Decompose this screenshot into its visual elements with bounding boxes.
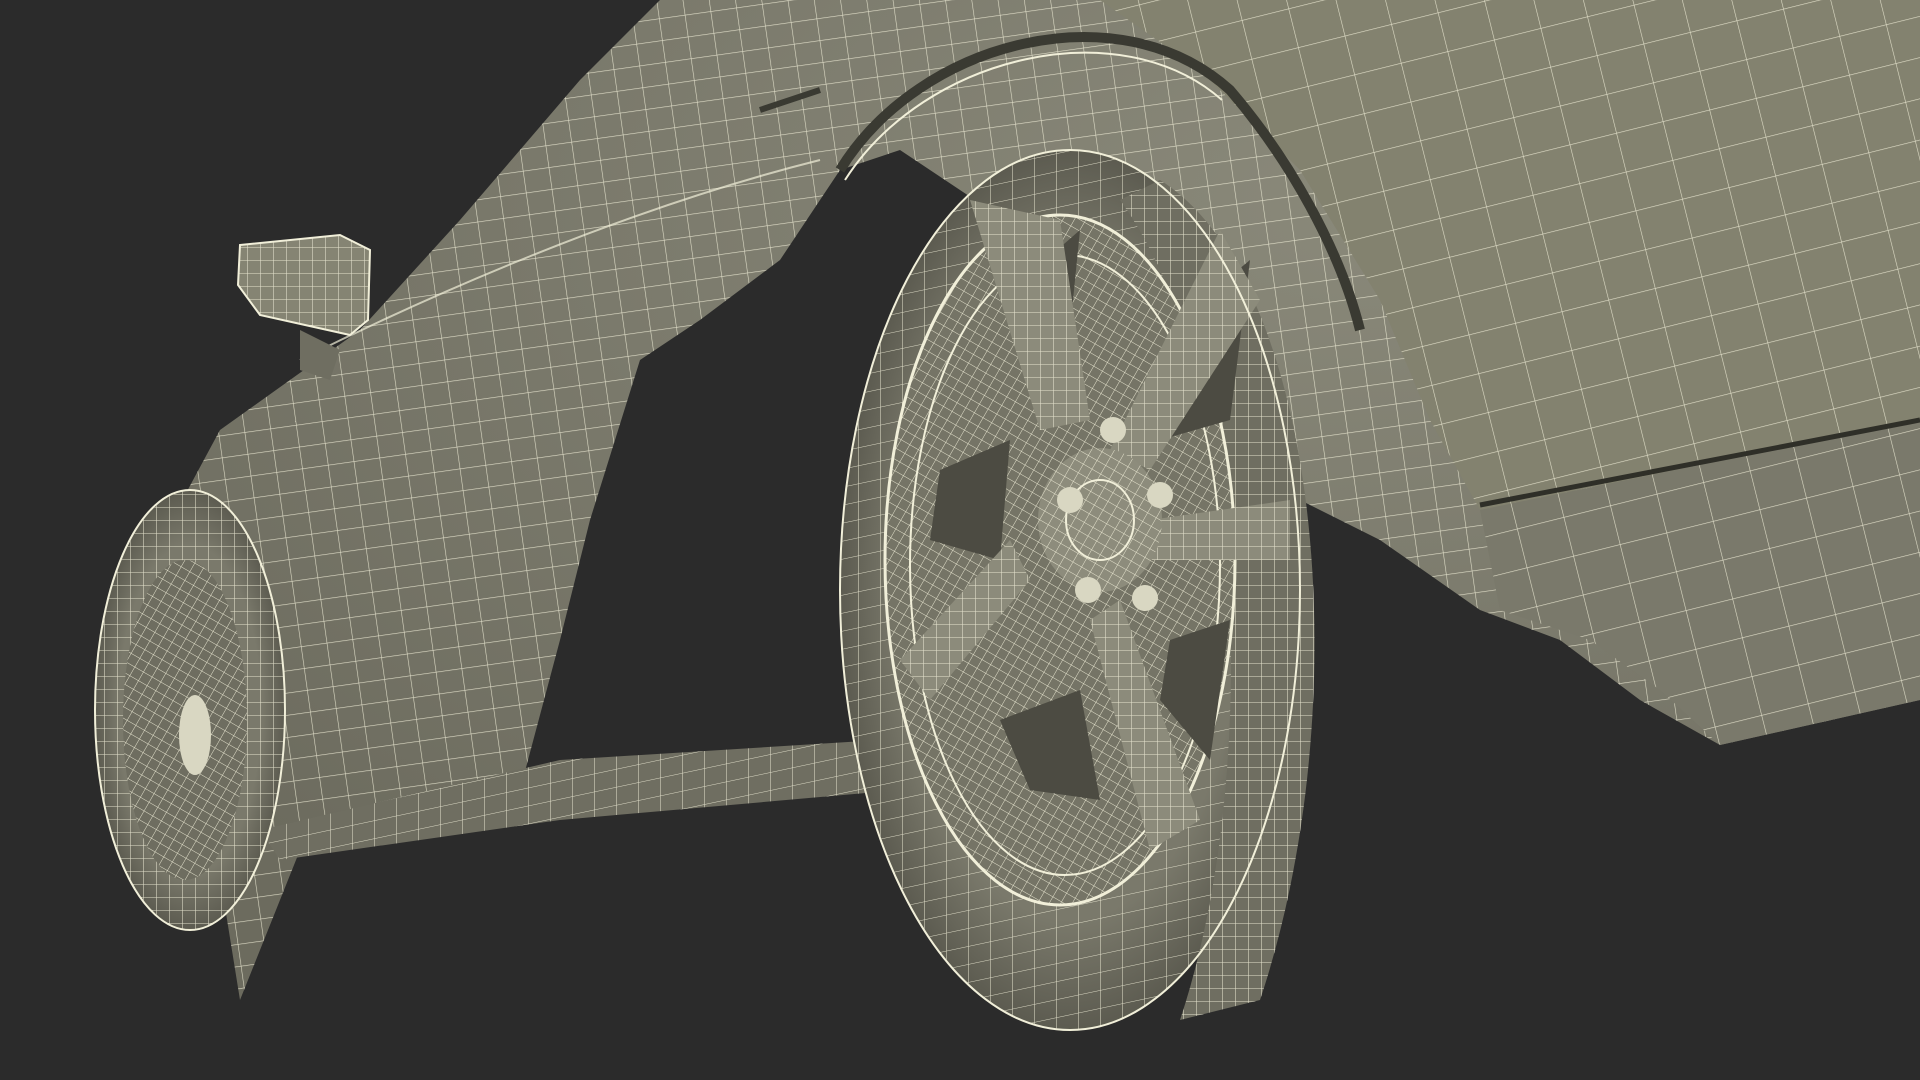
lug-nut-5 (1057, 487, 1083, 513)
lug-nut-1 (1100, 417, 1126, 443)
front-hub (179, 695, 211, 775)
rear-wheel[interactable] (839, 149, 1315, 1031)
3d-viewport[interactable] (0, 0, 1920, 1080)
car-wireframe-render[interactable] (0, 0, 1920, 1080)
front-wheel[interactable] (94, 489, 286, 931)
rear-hub-mesh (1038, 448, 1162, 592)
lug-nut-3 (1132, 585, 1158, 611)
lug-nut-4 (1075, 577, 1101, 603)
lug-nut-2 (1147, 482, 1173, 508)
